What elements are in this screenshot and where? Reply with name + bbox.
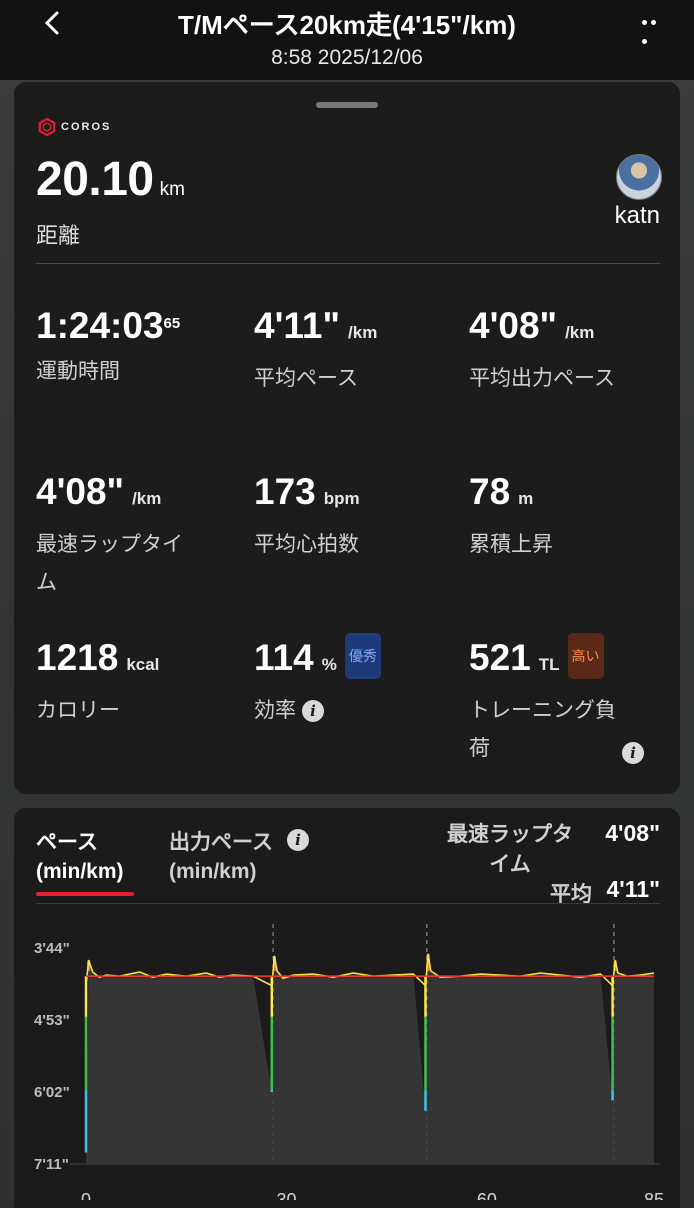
stat-avg-power-pace: 4'08" /km 平均出力ペース <box>469 304 659 397</box>
stat-label: 平均心拍数 <box>254 532 359 556</box>
distance-unit: km <box>159 179 185 200</box>
pace-area <box>86 954 654 1164</box>
stat-avg-pace: 4'11" /km 平均ペース <box>254 304 454 397</box>
stat-unit: kcal <box>126 655 160 674</box>
stat-label: トレーニング負荷 <box>469 698 616 760</box>
avatar[interactable] <box>616 154 662 200</box>
stat-unit: m <box>518 489 534 508</box>
username[interactable]: katn <box>615 202 660 230</box>
x-tick-label: 85 <box>644 1190 664 1200</box>
pace-chart[interactable]: 3'44" 4'53" 6'02" 7'11" 0 30 60 85 <box>14 908 680 1200</box>
brand-name: COROS <box>61 121 112 133</box>
x-tick-label: 60 <box>477 1190 497 1200</box>
stat-efficiency: 114% 優秀 効率 i <box>254 633 454 729</box>
stat-unit: TL <box>538 655 560 674</box>
stat-label: カロリー <box>36 698 120 722</box>
info-icon[interactable]: i <box>622 742 644 764</box>
info-icon[interactable]: i <box>286 829 309 852</box>
drag-handle[interactable] <box>316 102 378 108</box>
stat-value: 1218 <box>36 637 119 678</box>
active-tab-indicator <box>36 892 134 896</box>
y-tick-label: 6'02" <box>34 1084 70 1101</box>
fastest-lap-label: 最速ラップタイム <box>447 823 573 876</box>
stat-unit: bpm <box>323 489 360 508</box>
top-bar: T/Mペース20km走(4'15"/km) 8:58 2025/12/06 <box>0 0 694 80</box>
pace-chart-panel: ペース (min/km) 出力ペース i (min/km) 最速ラップタイム 4'… <box>14 808 680 1208</box>
info-icon[interactable]: i <box>302 700 324 722</box>
stat-unit: /km <box>132 489 162 508</box>
activity-datetime: 8:58 2025/12/06 <box>271 46 423 69</box>
efficiency-badge: 優秀 <box>344 633 381 680</box>
stat-label: 効率 <box>254 698 296 722</box>
stat-value: 1:24:03 <box>36 305 164 346</box>
y-tick-label: 3'44" <box>34 940 70 957</box>
stat-value: 114 <box>254 637 314 678</box>
x-tick-label: 30 <box>276 1190 296 1200</box>
stat-elevation-gain: 78 m 累積上昇 <box>469 470 669 563</box>
more-icon[interactable] <box>640 10 664 44</box>
stat-fastest-lap: 4'08" /km 最速ラップタイム <box>36 470 236 601</box>
distance-value: 20.10 km <box>36 152 185 207</box>
distance-number: 20.10 <box>36 153 154 206</box>
chart-separator <box>36 903 660 904</box>
distance-label: 距離 <box>36 224 81 249</box>
y-tick-label: 4'53" <box>34 1012 70 1029</box>
training-load-badge: 高い <box>567 633 604 680</box>
tab-pace[interactable]: ペース (min/km) <box>36 828 124 886</box>
x-tick-label: 0 <box>81 1190 91 1200</box>
divider <box>36 263 660 264</box>
stat-unit: % <box>321 655 337 674</box>
stat-value: 173 <box>254 471 316 512</box>
back-icon[interactable] <box>38 8 68 38</box>
brand-logo: COROS <box>38 116 111 138</box>
stat-avg-heart-rate: 173 bpm 平均心拍数 <box>254 470 454 563</box>
stat-training-load: 521 TL 高い トレーニング負荷 i <box>469 633 659 767</box>
tab-unit: (min/km) <box>169 860 257 883</box>
stat-value: 4'08" <box>469 305 558 346</box>
tab-unit: (min/km) <box>36 860 124 883</box>
summary-card: COROS 20.10 km 距離 katn 1:24:0365 運動時間 4'1… <box>14 82 680 794</box>
tab-label: 出力ペース <box>169 831 273 854</box>
stat-label: 平均出力ペース <box>469 366 615 390</box>
stat-value: 78 <box>469 471 511 512</box>
tab-power-pace[interactable]: 出力ペース i (min/km) <box>169 828 309 886</box>
stat-calories: 1218 kcal カロリー <box>36 636 236 729</box>
stat-value: 4'11" <box>254 305 341 346</box>
stat-unit: /km <box>348 323 378 342</box>
stat-value-hundredths: 65 <box>163 315 181 332</box>
y-tick-label: 7'11" <box>34 1156 69 1173</box>
activity-title: T/Mペース20km走(4'15"/km) <box>178 10 516 40</box>
coros-logo-icon <box>38 118 56 136</box>
average-value: 4'11" <box>606 876 660 902</box>
stat-value: 521 <box>469 637 531 678</box>
stat-label: 最速ラップタイム <box>36 532 183 594</box>
stat-label: 累積上昇 <box>469 532 553 556</box>
stat-label: 運動時間 <box>36 359 120 383</box>
stat-value: 4'08" <box>36 471 125 512</box>
tab-label: ペース <box>36 831 98 854</box>
stat-unit: /km <box>565 323 595 342</box>
stat-label: 平均ペース <box>254 366 358 390</box>
stat-duration: 1:24:0365 運動時間 <box>36 304 236 390</box>
fastest-lap-value: 4'08" <box>605 820 660 846</box>
